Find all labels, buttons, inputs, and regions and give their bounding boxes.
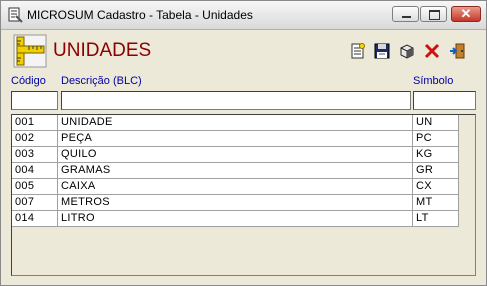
table-row[interactable]: 014 LITRO LT: [12, 211, 459, 227]
cell-description[interactable]: LITRO: [58, 211, 413, 227]
maximize-icon: [429, 10, 440, 20]
cell-symbol[interactable]: LT: [413, 211, 459, 227]
symbol-filter-input[interactable]: [413, 91, 476, 110]
table-row[interactable]: 002 PEÇA PC: [12, 131, 459, 147]
cell-description[interactable]: CAIXA: [58, 179, 413, 195]
cell-description[interactable]: GRAMAS: [58, 163, 413, 179]
save-disk-icon: [374, 43, 390, 59]
cell-code[interactable]: 005: [12, 179, 58, 195]
cell-symbol[interactable]: CX: [413, 179, 459, 195]
cell-code[interactable]: 007: [12, 195, 58, 211]
exit-door-icon: [450, 43, 465, 59]
cell-code[interactable]: 003: [12, 147, 58, 163]
cell-code[interactable]: 014: [12, 211, 58, 227]
table-row[interactable]: 004 GRAMAS GR: [12, 163, 459, 179]
minimize-button[interactable]: [392, 6, 419, 22]
package-icon: [400, 44, 414, 59]
close-icon: ✕: [460, 6, 472, 21]
window-title: MICROSUM Cadastro - Tabela - Unidades: [27, 8, 253, 22]
column-header-code: Código: [11, 75, 46, 87]
title-bar[interactable]: MICROSUM Cadastro - Tabela - Unidades ✕: [1, 1, 486, 30]
code-filter-input[interactable]: [11, 91, 58, 110]
cell-symbol[interactable]: UN: [413, 115, 459, 131]
cell-code[interactable]: 002: [12, 131, 58, 147]
delete-x-icon: [424, 43, 440, 59]
save-button[interactable]: [372, 41, 392, 61]
description-filter-input[interactable]: [61, 91, 411, 110]
new-record-button[interactable]: [348, 41, 368, 61]
application-icon: [8, 7, 23, 23]
cell-symbol[interactable]: KG: [413, 147, 459, 163]
maximize-button[interactable]: [420, 6, 447, 22]
cell-description[interactable]: QUILO: [58, 147, 413, 163]
cell-code[interactable]: 001: [12, 115, 58, 131]
cell-symbol[interactable]: PC: [413, 131, 459, 147]
cell-description[interactable]: PEÇA: [58, 131, 413, 147]
page-title: UNIDADES: [53, 40, 152, 61]
units-grid[interactable]: 001 UNIDADE UN 002 PEÇA PC 003 QUILO KG …: [11, 114, 476, 276]
table-row[interactable]: 003 QUILO KG: [12, 147, 459, 163]
ruler-icon: [13, 34, 47, 68]
cell-description[interactable]: UNIDADE: [58, 115, 413, 131]
main-window: MICROSUM Cadastro - Tabela - Unidades ✕ …: [0, 0, 487, 286]
minimize-icon: [402, 16, 411, 18]
table-row[interactable]: 007 METROS MT: [12, 195, 459, 211]
cell-symbol[interactable]: MT: [413, 195, 459, 211]
close-button[interactable]: ✕: [451, 6, 481, 22]
package-button[interactable]: [397, 41, 417, 61]
column-header-description: Descrição (BLC): [61, 75, 142, 87]
new-document-icon: [351, 43, 365, 59]
delete-button[interactable]: [422, 41, 442, 61]
cell-symbol[interactable]: GR: [413, 163, 459, 179]
exit-button[interactable]: [447, 41, 467, 61]
column-header-symbol: Símbolo: [413, 75, 454, 87]
cell-code[interactable]: 004: [12, 163, 58, 179]
table-row[interactable]: 005 CAIXA CX: [12, 179, 459, 195]
table-row[interactable]: 001 UNIDADE UN: [12, 115, 459, 131]
cell-description[interactable]: METROS: [58, 195, 413, 211]
